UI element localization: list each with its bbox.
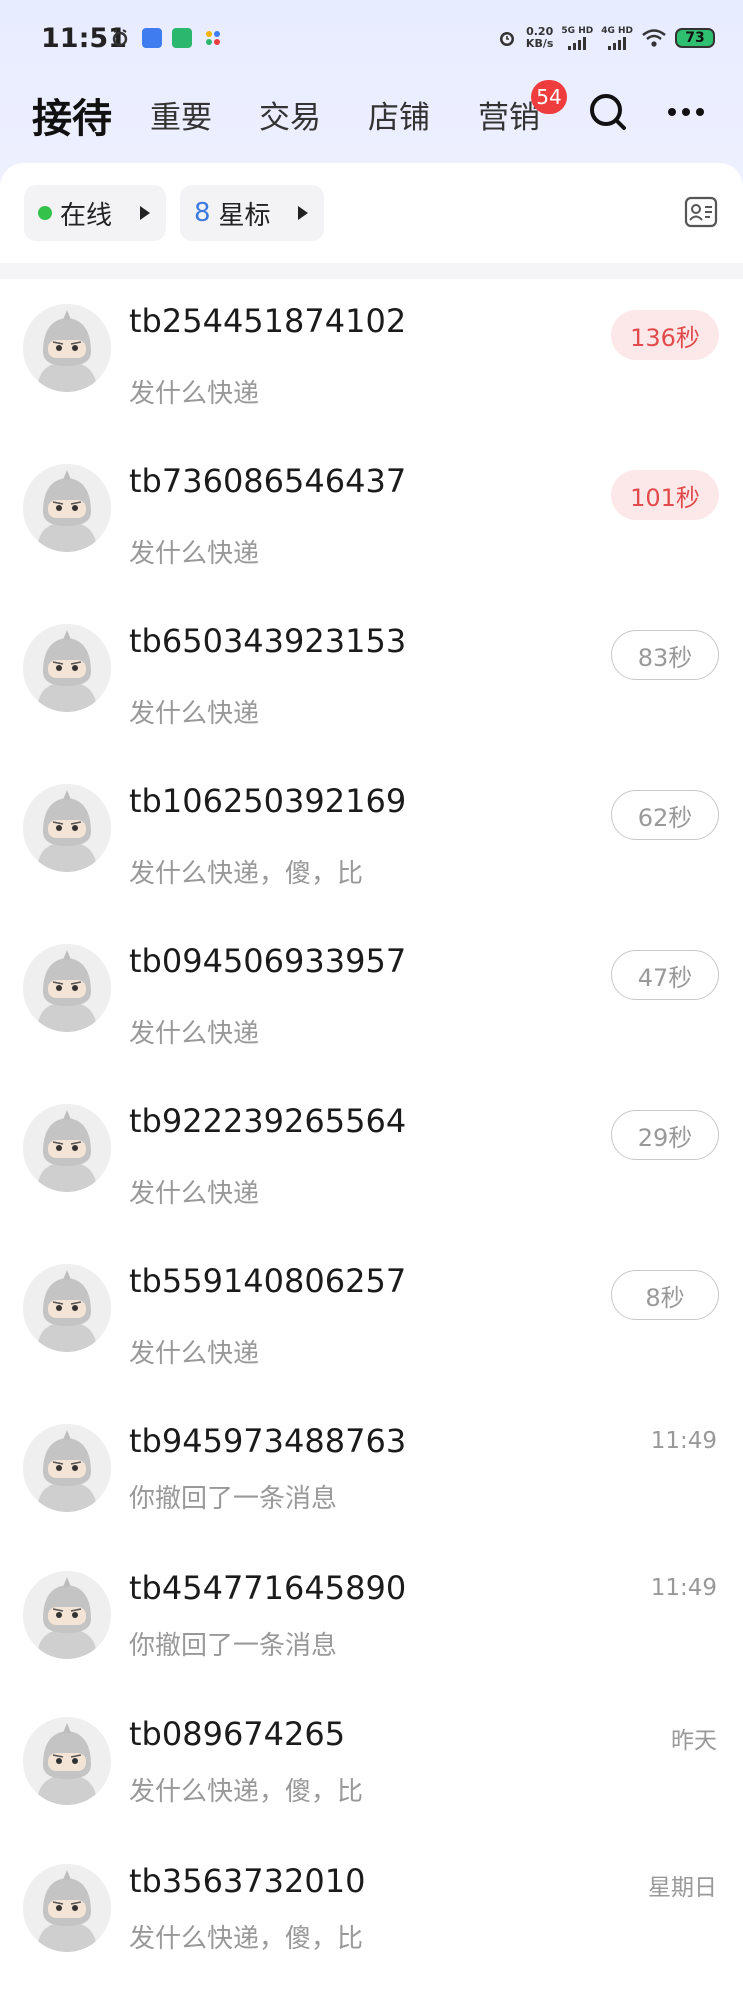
wait-timer-badge: 83秒	[611, 630, 719, 680]
contact-card-icon[interactable]	[684, 195, 718, 229]
pinwheel-app-icon	[206, 31, 220, 45]
online-label: 在线	[60, 200, 113, 231]
filter-bar: 在线 8 星标	[0, 163, 743, 263]
contact-name: tb106250392169	[129, 782, 407, 820]
avatar[interactable]	[23, 784, 111, 872]
tab-trade[interactable]: 交易	[259, 92, 321, 137]
status-bar: 11:51 0.20 KB/s 5G HD 4G HD 73	[0, 0, 743, 80]
tab-store[interactable]: 店铺	[368, 92, 430, 137]
last-message: 发什么快递	[129, 1019, 260, 1049]
message-time: 11:49	[650, 1428, 717, 1454]
avatar[interactable]	[23, 1264, 111, 1352]
signal-4g: 4G HD	[601, 26, 633, 50]
wait-timer-badge: 8秒	[611, 1270, 719, 1320]
message-time: 星期日	[648, 1875, 717, 1901]
last-message: 发什么快递，傻，比	[129, 1924, 364, 1954]
star-filter[interactable]: 8 星标	[180, 185, 324, 241]
marketing-badge: 54	[531, 80, 567, 114]
contact-name: tb3563732010	[129, 1862, 366, 1900]
avatar[interactable]	[23, 464, 111, 552]
triangle-right-icon	[298, 206, 308, 220]
search-icon[interactable]	[586, 90, 630, 134]
avatar[interactable]	[23, 1717, 111, 1805]
contact-name: tb945973488763	[129, 1422, 407, 1460]
avatar[interactable]	[23, 1864, 111, 1952]
conversation-row[interactable]: tb922239265564 发什么快递 29秒	[0, 1080, 743, 1240]
star-label: 星标	[218, 200, 271, 231]
contact-name: tb089674265	[129, 1715, 346, 1753]
conversation-row[interactable]: tb736086546437 发什么快递 101秒	[0, 440, 743, 600]
shield-app-icon	[172, 28, 192, 48]
avatar[interactable]	[23, 1424, 111, 1512]
top-tab-bar: 接待 重要 交易 店铺 营销 54	[0, 80, 743, 150]
alarm-icon	[499, 32, 514, 46]
conversation-row[interactable]: tb094506933957 发什么快递 47秒	[0, 920, 743, 1080]
signal-5g-label: 5G HD	[561, 26, 594, 36]
wait-timer-badge: 62秒	[611, 790, 719, 840]
wait-timer-badge: 101秒	[611, 470, 719, 520]
wait-timer-badge: 136秒	[611, 310, 719, 360]
contact-name: tb559140806257	[129, 1262, 407, 1300]
last-message: 发什么快递	[129, 379, 260, 409]
last-message: 发什么快递	[129, 699, 260, 729]
last-message: 发什么快递	[129, 539, 260, 569]
status-indicators: 0.20 KB/s 5G HD 4G HD 73	[496, 26, 715, 50]
wifi-icon	[642, 29, 666, 47]
wait-timer-badge: 47秒	[611, 950, 719, 1000]
net-speed: 0.20 KB/s	[526, 26, 553, 50]
wait-timer-badge: 29秒	[611, 1110, 719, 1160]
signal-bars-icon	[601, 36, 633, 50]
conversation-row[interactable]: tb559140806257 发什么快递 8秒	[0, 1240, 743, 1400]
net-speed-unit: KB/s	[525, 37, 554, 50]
signal-bars-icon	[561, 36, 593, 50]
avatar[interactable]	[23, 944, 111, 1032]
conversation-row[interactable]: tb254451874102 发什么快递 136秒	[0, 280, 743, 440]
contact-name: tb454771645890	[129, 1569, 407, 1607]
last-message: 发什么快递	[129, 1179, 260, 1209]
contact-name: tb094506933957	[129, 942, 407, 980]
last-message: 你撤回了一条消息	[129, 1631, 338, 1661]
star-count: 8	[194, 198, 211, 228]
section-divider	[0, 263, 743, 279]
signal-4g-label: 4G HD	[601, 26, 633, 36]
avatar[interactable]	[23, 304, 111, 392]
conversation-row[interactable]: tb089674265 发什么快递，傻，比 昨天	[0, 1693, 743, 1839]
triangle-right-icon	[140, 206, 150, 220]
alarm-clock-icon	[112, 29, 128, 47]
contact-name: tb650343923153	[129, 622, 407, 660]
contact-name: tb922239265564	[129, 1102, 407, 1140]
conversation-row[interactable]: tb945973488763 你撤回了一条消息 11:49	[0, 1400, 743, 1546]
conversation-row[interactable]: tb650343923153 发什么快递 83秒	[0, 600, 743, 760]
more-icon[interactable]	[664, 90, 708, 134]
battery-indicator: 73	[675, 28, 715, 48]
contact-name: tb254451874102	[129, 302, 407, 340]
tab-important[interactable]: 重要	[150, 92, 212, 137]
last-message: 发什么快递	[129, 1339, 260, 1369]
avatar[interactable]	[23, 624, 111, 712]
message-time: 11:49	[650, 1575, 717, 1601]
online-dot-icon	[38, 206, 52, 220]
online-status-filter[interactable]: 在线	[24, 185, 166, 241]
conversation-row[interactable]: tb106250392169 发什么快递，傻，比 62秒	[0, 760, 743, 920]
message-time: 昨天	[671, 1728, 717, 1754]
signal-5g: 5G HD	[561, 26, 593, 50]
last-message: 你撤回了一条消息	[129, 1484, 338, 1514]
conversation-row[interactable]: tb3563732010 发什么快递，傻，比 星期日	[0, 1840, 743, 1986]
last-message: 发什么快递，傻，比	[129, 1777, 364, 1807]
conversation-row[interactable]: tb454771645890 你撤回了一条消息 11:49	[0, 1547, 743, 1693]
tab-reception[interactable]: 接待	[32, 86, 112, 144]
contact-name: tb736086546437	[129, 462, 407, 500]
avatar[interactable]	[23, 1571, 111, 1659]
avatar[interactable]	[23, 1104, 111, 1192]
app-notification-icon	[142, 28, 162, 48]
last-message: 发什么快递，傻，比	[129, 859, 364, 889]
